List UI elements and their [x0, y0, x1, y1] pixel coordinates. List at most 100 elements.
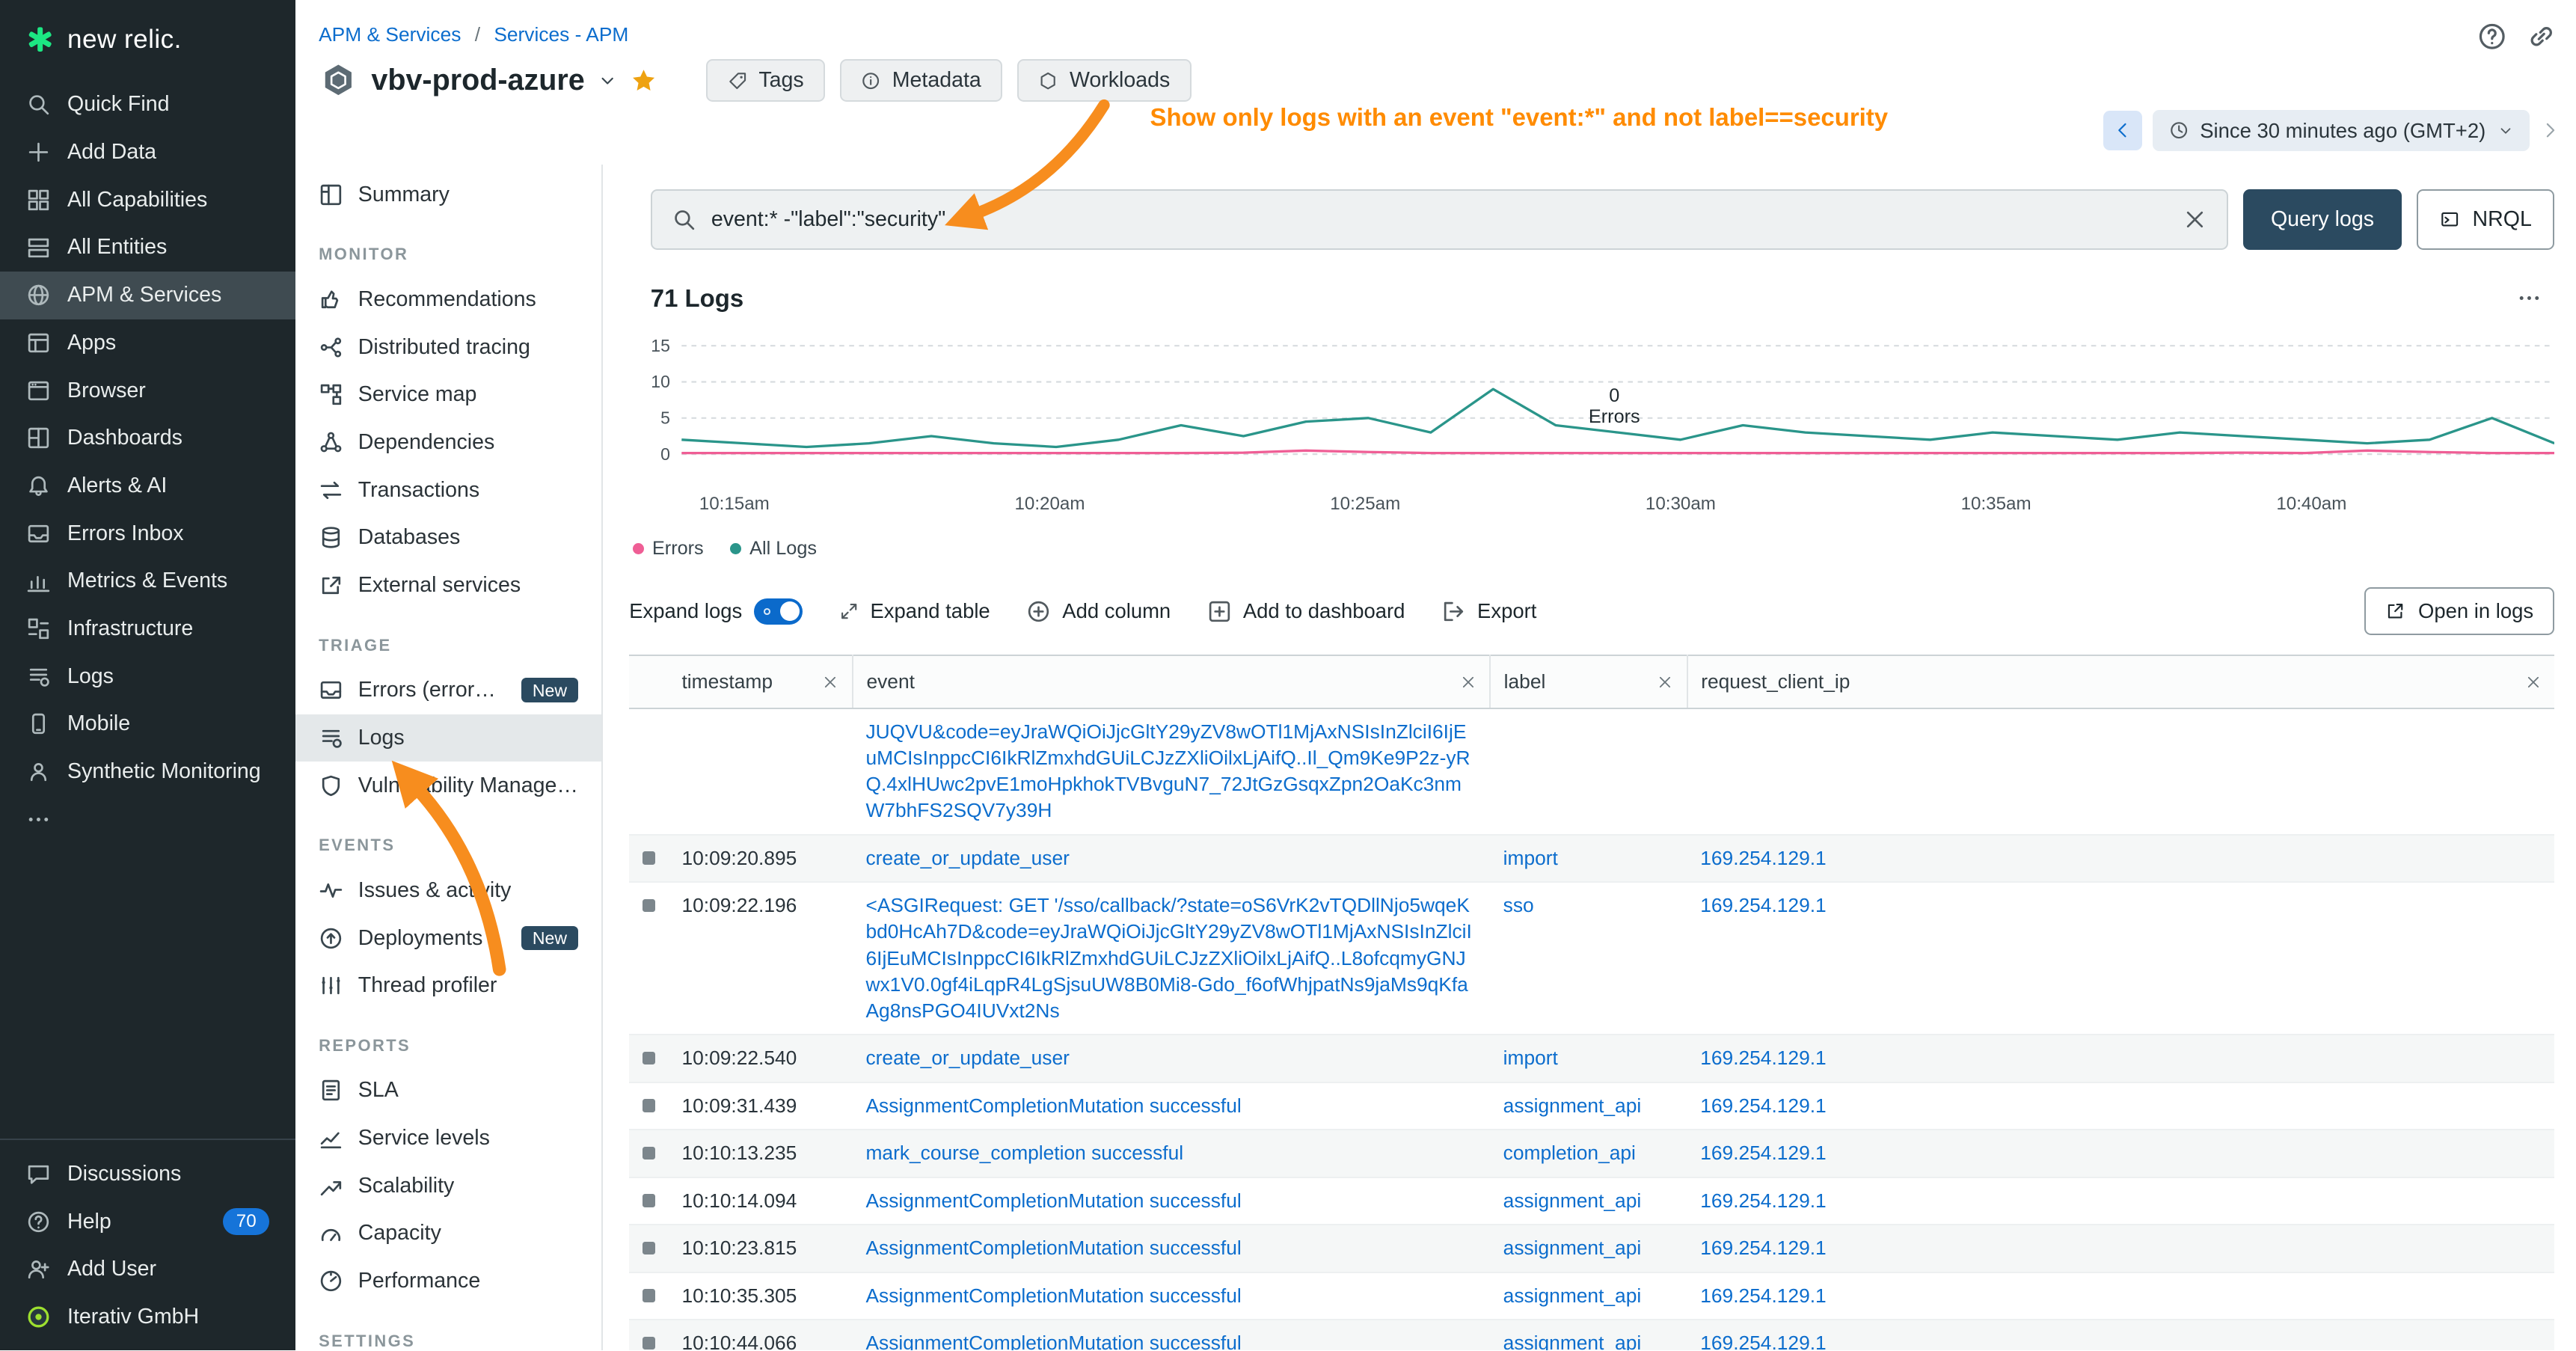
log-row[interactable]: 10:09:20.895create_or_update_userimport1… [629, 835, 2554, 882]
time-back-button[interactable] [2103, 111, 2143, 150]
cell-event[interactable]: create_or_update_user [853, 1035, 1490, 1082]
tags-button[interactable]: Tags [706, 59, 825, 102]
nrql-button[interactable]: NRQL [2417, 189, 2554, 250]
cell-event[interactable]: AssignmentCompletionMutation successful [853, 1177, 1490, 1225]
add-to-dashboard-button[interactable]: Add to dashboard [1207, 599, 1405, 624]
global-nav-item-alerts-ai[interactable]: Alerts & AI [0, 462, 295, 510]
breadcrumb-link-apm-services[interactable]: APM & Services [319, 23, 461, 46]
cell-request-client-ip[interactable]: 169.254.129.1 [1687, 882, 2555, 1035]
local-nav-item-deployments[interactable]: DeploymentsNew [295, 914, 601, 962]
cell-timestamp[interactable]: 10:09:22.196 [669, 882, 853, 1035]
row-select-handle[interactable] [643, 851, 656, 865]
legend-item-all-logs[interactable]: All Logs [730, 538, 817, 560]
cell-request-client-ip[interactable]: 169.254.129.1 [1687, 1130, 2555, 1177]
global-nav-item-apm-services[interactable]: APM & Services [0, 272, 295, 319]
row-select-handle[interactable] [643, 1052, 656, 1065]
global-nav-item-browser[interactable]: Browser [0, 367, 295, 414]
local-nav-item-dependencies[interactable]: Dependencies [295, 419, 601, 467]
log-row[interactable]: 10:10:44.066AssignmentCompletionMutation… [629, 1320, 2554, 1350]
entity-switcher-chevron-icon[interactable] [598, 71, 617, 91]
log-row[interactable]: 10:09:22.196<ASGIRequest: GET '/sso/call… [629, 882, 2554, 1035]
local-nav-item-service-levels[interactable]: Service levels [295, 1115, 601, 1162]
row-select-handle[interactable] [643, 1099, 656, 1112]
cell-event[interactable]: mark_course_completion successful [853, 1130, 1490, 1177]
cell-event[interactable]: AssignmentCompletionMutation successful [853, 1082, 1490, 1130]
workloads-button[interactable]: Workloads [1017, 59, 1192, 102]
log-row[interactable]: 10:10:13.235mark_course_completion succe… [629, 1130, 2554, 1177]
local-nav-item-logs[interactable]: Logs [295, 714, 601, 762]
log-row[interactable]: 10:10:14.094AssignmentCompletionMutation… [629, 1177, 2554, 1225]
global-footer-item-iterativ-gmbh[interactable]: Iterativ GmbH [0, 1293, 295, 1341]
global-nav-item-errors-inbox[interactable]: Errors Inbox [0, 509, 295, 557]
cell-event[interactable]: create_or_update_user [853, 835, 1490, 882]
cell-timestamp[interactable]: 10:10:35.305 [669, 1272, 853, 1320]
cell-request-client-ip[interactable]: 169.254.129.1 [1687, 1320, 2555, 1350]
global-nav-item-add-data[interactable]: Add Data [0, 129, 295, 177]
remove-column-timestamp-icon[interactable] [822, 674, 838, 690]
local-nav-item-summary[interactable]: Summary [295, 171, 601, 218]
global-footer-item-discussions[interactable]: Discussions [0, 1151, 295, 1198]
breadcrumb-link-services-apm[interactable]: Services - APM [494, 23, 628, 46]
row-select-handle[interactable] [643, 1194, 656, 1207]
log-row[interactable]: JUQVU&code=eyJraWQiOiJjcGltY29yZV8wOTl1M… [629, 708, 2554, 835]
log-row[interactable]: 10:10:35.305AssignmentCompletionMutation… [629, 1272, 2554, 1320]
cell-event[interactable]: JUQVU&code=eyJraWQiOiJjcGltY29yZV8wOTl1M… [853, 708, 1490, 835]
global-nav-item-infrastructure[interactable]: Infrastructure [0, 605, 295, 653]
cell-label[interactable]: sso [1490, 882, 1687, 1035]
cell-label[interactable]: assignment_api [1490, 1082, 1687, 1130]
log-search-input[interactable] [711, 207, 2168, 232]
cell-label[interactable]: import [1490, 835, 1687, 882]
cell-label[interactable]: assignment_api [1490, 1225, 1687, 1272]
remove-column-request-client-ip-icon[interactable] [2525, 674, 2542, 690]
row-select-handle[interactable] [643, 1289, 656, 1302]
cell-label[interactable]: assignment_api [1490, 1320, 1687, 1350]
cell-label[interactable]: assignment_api [1490, 1272, 1687, 1320]
local-nav-item-service-map[interactable]: Service map [295, 371, 601, 419]
cell-event[interactable]: AssignmentCompletionMutation successful [853, 1320, 1490, 1350]
cell-timestamp[interactable]: 10:10:13.235 [669, 1130, 853, 1177]
global-nav-item-mobile[interactable]: Mobile [0, 700, 295, 748]
new-relic-logo[interactable]: new relic. [0, 0, 295, 81]
expand-logs-toggle[interactable] [754, 598, 803, 625]
favorite-star-icon[interactable] [631, 67, 657, 94]
cell-timestamp[interactable]: 10:09:22.540 [669, 1035, 853, 1082]
cell-request-client-ip[interactable]: 169.254.129.1 [1687, 1177, 2555, 1225]
open-in-logs-button[interactable]: Open in logs [2364, 587, 2555, 635]
query-logs-button[interactable]: Query logs [2243, 189, 2402, 250]
local-nav-item-external-services[interactable]: External services [295, 562, 601, 610]
time-forward-button[interactable] [2540, 120, 2560, 140]
remove-column-event-icon[interactable] [1460, 674, 1476, 690]
row-select-handle[interactable] [643, 1147, 656, 1160]
cell-event[interactable]: <ASGIRequest: GET '/sso/callback/?state=… [853, 882, 1490, 1035]
cell-event[interactable]: AssignmentCompletionMutation successful [853, 1225, 1490, 1272]
local-nav-item-vulnerability-management[interactable]: Vulnerability Management [295, 762, 601, 809]
add-column-button[interactable]: Add column [1026, 599, 1171, 624]
cell-request-client-ip[interactable]: 169.254.129.1 [1687, 1082, 2555, 1130]
cell-request-client-ip[interactable]: 169.254.129.1 [1687, 835, 2555, 882]
cell-request-client-ip[interactable]: 169.254.129.1 [1687, 1035, 2555, 1082]
logs-options-menu-icon[interactable] [2517, 286, 2542, 310]
cell-label[interactable]: completion_api [1490, 1130, 1687, 1177]
global-nav-item-quick-find[interactable]: Quick Find [0, 81, 295, 129]
global-footer-item-help[interactable]: Help70 [0, 1198, 295, 1246]
log-row[interactable]: 10:09:31.439AssignmentCompletionMutation… [629, 1082, 2554, 1130]
local-nav-item-scalability[interactable]: Scalability [295, 1162, 601, 1210]
cell-timestamp[interactable]: 10:10:44.066 [669, 1320, 853, 1350]
global-nav-item-metrics-events[interactable]: Metrics & Events [0, 557, 295, 605]
global-footer-item-add-user[interactable]: Add User [0, 1246, 295, 1293]
global-nav-item-apps[interactable]: Apps [0, 319, 295, 367]
local-nav-item-sla[interactable]: SLA [295, 1067, 601, 1115]
global-nav-item-all-capabilities[interactable]: All Capabilities [0, 176, 295, 224]
local-nav-item-performance[interactable]: Performance [295, 1257, 601, 1305]
metadata-button[interactable]: Metadata [840, 59, 1002, 102]
local-nav-item-transactions[interactable]: Transactions [295, 466, 601, 514]
time-picker[interactable]: Since 30 minutes ago (GMT+2) [2153, 110, 2530, 151]
expand-table-button[interactable]: Expand table [839, 599, 990, 623]
cell-request-client-ip[interactable]: 169.254.129.1 [1687, 1272, 2555, 1320]
row-select-handle[interactable] [643, 899, 656, 913]
local-nav-item-databases[interactable]: Databases [295, 514, 601, 562]
row-select-handle[interactable] [643, 1337, 656, 1350]
local-nav-item-distributed-tracing[interactable]: Distributed tracing [295, 323, 601, 371]
global-nav-item-dashboards[interactable]: Dashboards [0, 414, 295, 462]
cell-timestamp[interactable]: 10:09:31.439 [669, 1082, 853, 1130]
